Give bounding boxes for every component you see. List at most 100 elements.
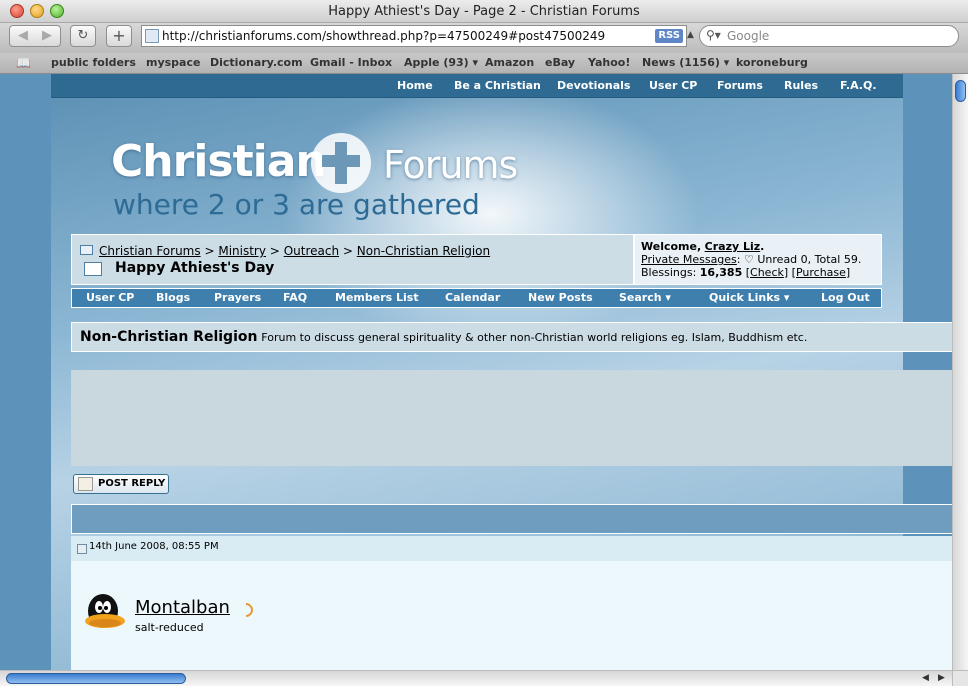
browser-toolbar: ◀ ▶ ↻ + http://christianforums.com/showth…	[0, 23, 968, 53]
bookmark-item[interactable]: News (1156) ▾	[642, 53, 729, 73]
cross-logo-icon	[311, 133, 371, 193]
nav-calendar[interactable]: Calendar	[445, 289, 500, 307]
scroll-left-arrow-icon[interactable]: ◀	[922, 673, 929, 683]
check-link[interactable]: Check	[750, 266, 784, 279]
forward-arrow-icon[interactable]: ▶	[35, 26, 59, 46]
welcome-panel: Welcome, Crazy Liz. Private Messages: ♡ …	[634, 234, 882, 285]
bookmark-item[interactable]: koroneburg	[736, 53, 808, 73]
vertical-scroll-thumb[interactable]	[955, 80, 966, 102]
plus-icon: +	[112, 26, 126, 45]
bookmark-item[interactable]: Amazon	[485, 53, 534, 73]
bookmark-item[interactable]: Yahoo!	[588, 53, 630, 73]
post-header-bar	[71, 504, 952, 534]
purchase-link[interactable]: Purchase	[796, 266, 846, 279]
page-favicon-icon	[145, 29, 159, 43]
post-status-icon	[77, 544, 87, 554]
nav-search-dropdown[interactable]: Search ▾	[619, 289, 671, 307]
blessings-value: 16,385	[699, 266, 743, 279]
breadcrumb-link[interactable]: Ministry	[218, 244, 266, 258]
heart-icon: ♡	[744, 253, 754, 266]
bookmark-item[interactable]: eBay	[545, 53, 575, 73]
bookmarks-bar: 📖 public folders myspace Dictionary.com …	[0, 53, 968, 74]
topnav-home[interactable]: Home	[397, 74, 433, 98]
window-titlebar: Happy Athiest's Day - Page 2 - Christian…	[0, 0, 968, 23]
user-avatar[interactable]	[79, 589, 129, 639]
forum-page: Home Be a Christian Devotionals User CP …	[51, 74, 952, 670]
breadcrumb-separator: >	[269, 244, 280, 258]
horizontal-scroll-thumb[interactable]	[6, 673, 186, 684]
nav-blogs[interactable]: Blogs	[156, 289, 190, 307]
breadcrumb: Christian Forums > Ministry > Outreach >…	[71, 234, 634, 285]
post-reply-label: POST REPLY	[98, 478, 166, 489]
nav-quick-links-dropdown[interactable]: Quick Links ▾	[709, 289, 789, 307]
forum-description-bar: Non-Christian Religion Forum to discuss …	[71, 322, 952, 352]
logo-title: Christian	[111, 136, 327, 187]
nav-faq[interactable]: FAQ	[283, 289, 307, 307]
web-viewport: Home Be a Christian Devotionals User CP …	[0, 74, 952, 670]
vertical-scrollbar[interactable]	[952, 74, 968, 670]
address-dropdown-icon[interactable]: ▲	[687, 30, 694, 40]
bookmark-item[interactable]: myspace	[146, 53, 200, 73]
minimize-window-icon[interactable]	[30, 4, 44, 18]
zoom-window-icon[interactable]	[50, 4, 64, 18]
back-arrow-icon[interactable]: ◀	[11, 26, 35, 46]
bookmarks-book-icon[interactable]: 📖	[16, 56, 31, 70]
bookmark-item[interactable]: Apple (93) ▾	[404, 53, 478, 73]
nav-new-posts[interactable]: New Posts	[528, 289, 593, 307]
private-messages-link[interactable]: Private Messages	[641, 253, 737, 266]
topnav-devotionals[interactable]: Devotionals	[557, 74, 630, 98]
breadcrumb-link[interactable]: Christian Forums	[99, 244, 201, 258]
breadcrumb-link[interactable]: Non-Christian Religion	[357, 244, 490, 258]
close-window-icon[interactable]	[10, 4, 24, 18]
topnav-forums[interactable]: Forums	[717, 74, 763, 98]
breadcrumb-separator: >	[342, 244, 353, 258]
reload-icon: ↻	[77, 28, 89, 43]
forum-description: Forum to discuss general spirituality & …	[261, 331, 808, 344]
bookmark-item[interactable]: public folders	[51, 53, 136, 73]
post-username-link[interactable]: Montalban	[135, 597, 230, 618]
reply-note-icon	[78, 477, 93, 491]
logo-forums: Forums	[383, 143, 518, 187]
topnav-faq[interactable]: F.A.Q.	[840, 74, 877, 98]
topnav-rules[interactable]: Rules	[784, 74, 818, 98]
folder-icon	[80, 245, 93, 255]
welcome-username-link[interactable]: Crazy Liz	[705, 240, 761, 253]
top-navigation: Home Be a Christian Devotionals User CP …	[51, 74, 903, 98]
ad-placeholder	[71, 370, 952, 466]
breadcrumb-links: Christian Forums > Ministry > Outreach >…	[99, 244, 490, 258]
address-bar[interactable]: http://christianforums.com/showthread.ph…	[141, 25, 687, 47]
horizontal-scrollbar[interactable]: ◀ ▶	[0, 670, 952, 686]
window-title: Happy Athiest's Day - Page 2 - Christian…	[328, 4, 640, 19]
forum-name: Non-Christian Religion	[80, 329, 258, 345]
welcome-greeting: Welcome,	[641, 240, 702, 253]
rss-button[interactable]: RSS	[655, 29, 683, 43]
nav-members-list[interactable]: Members List	[335, 289, 419, 307]
site-logo[interactable]: Christian Forums where 2 or 3 are gather…	[111, 133, 518, 221]
add-bookmark-button[interactable]: +	[106, 25, 132, 47]
pm-status: Unread 0, Total 59.	[757, 253, 862, 266]
scroll-right-arrow-icon[interactable]: ▶	[938, 673, 945, 683]
address-text[interactable]: http://christianforums.com/showthread.ph…	[162, 26, 605, 46]
topnav-be-a-christian[interactable]: Be a Christian	[454, 74, 541, 98]
nav-user-cp[interactable]: User CP	[86, 289, 134, 307]
post-date-bar: 14th June 2008, 08:55 PM	[71, 536, 952, 561]
resize-corner[interactable]	[952, 670, 968, 686]
bookmark-item[interactable]: Gmail - Inbox	[310, 53, 392, 73]
search-placeholder: Google	[727, 29, 770, 43]
post-reply-button[interactable]: POST REPLY	[73, 474, 169, 494]
nav-prayers[interactable]: Prayers	[214, 289, 261, 307]
bookmark-item[interactable]: Dictionary.com	[210, 53, 303, 73]
user-title: salt-reduced	[135, 621, 204, 634]
topnav-user-cp[interactable]: User CP	[649, 74, 697, 98]
search-field[interactable]: ⚲▾ Google	[699, 25, 959, 47]
forum-navbar: User CP Blogs Prayers FAQ Members List C…	[71, 288, 882, 308]
breadcrumb-link[interactable]: Outreach	[284, 244, 339, 258]
back-forward-buttons[interactable]: ◀ ▶	[9, 25, 61, 47]
reload-button[interactable]: ↻	[70, 25, 96, 47]
post-body: Montalban salt-reduced	[71, 561, 952, 670]
logo-tagline: where 2 or 3 are gathered	[113, 188, 480, 221]
user-feed-icon[interactable]	[236, 600, 256, 620]
post-date: 14th June 2008, 08:55 PM	[89, 541, 219, 552]
search-icon[interactable]: ⚲▾	[706, 28, 721, 42]
nav-log-out[interactable]: Log Out	[821, 289, 870, 307]
